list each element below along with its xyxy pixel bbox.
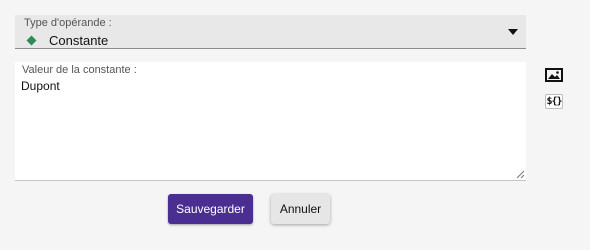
- image-icon[interactable]: [545, 67, 563, 83]
- operand-type-select[interactable]: Type d'opérande : Constante: [15, 15, 526, 49]
- constant-value-label: Valeur de la constante :: [22, 64, 137, 76]
- cancel-button[interactable]: Annuler: [271, 194, 330, 224]
- save-button[interactable]: Sauvegarder: [168, 194, 253, 224]
- green-diamond-icon: [26, 35, 37, 45]
- operand-type-value: Constante: [49, 32, 109, 48]
- caret-down-icon[interactable]: [508, 29, 518, 35]
- constant-value-textarea[interactable]: Valeur de la constante : Dupont: [15, 62, 526, 181]
- variable-insert-icon[interactable]: ${}: [545, 94, 563, 109]
- operand-type-label: Type d'opérande :: [24, 17, 112, 29]
- operand-editor-panel: Type d'opérande : Constante Valeur de la…: [0, 0, 590, 250]
- constant-value-text[interactable]: Dupont: [21, 79, 60, 93]
- resize-handle-icon[interactable]: [516, 170, 525, 179]
- operand-type-value-row: Constante: [26, 32, 109, 48]
